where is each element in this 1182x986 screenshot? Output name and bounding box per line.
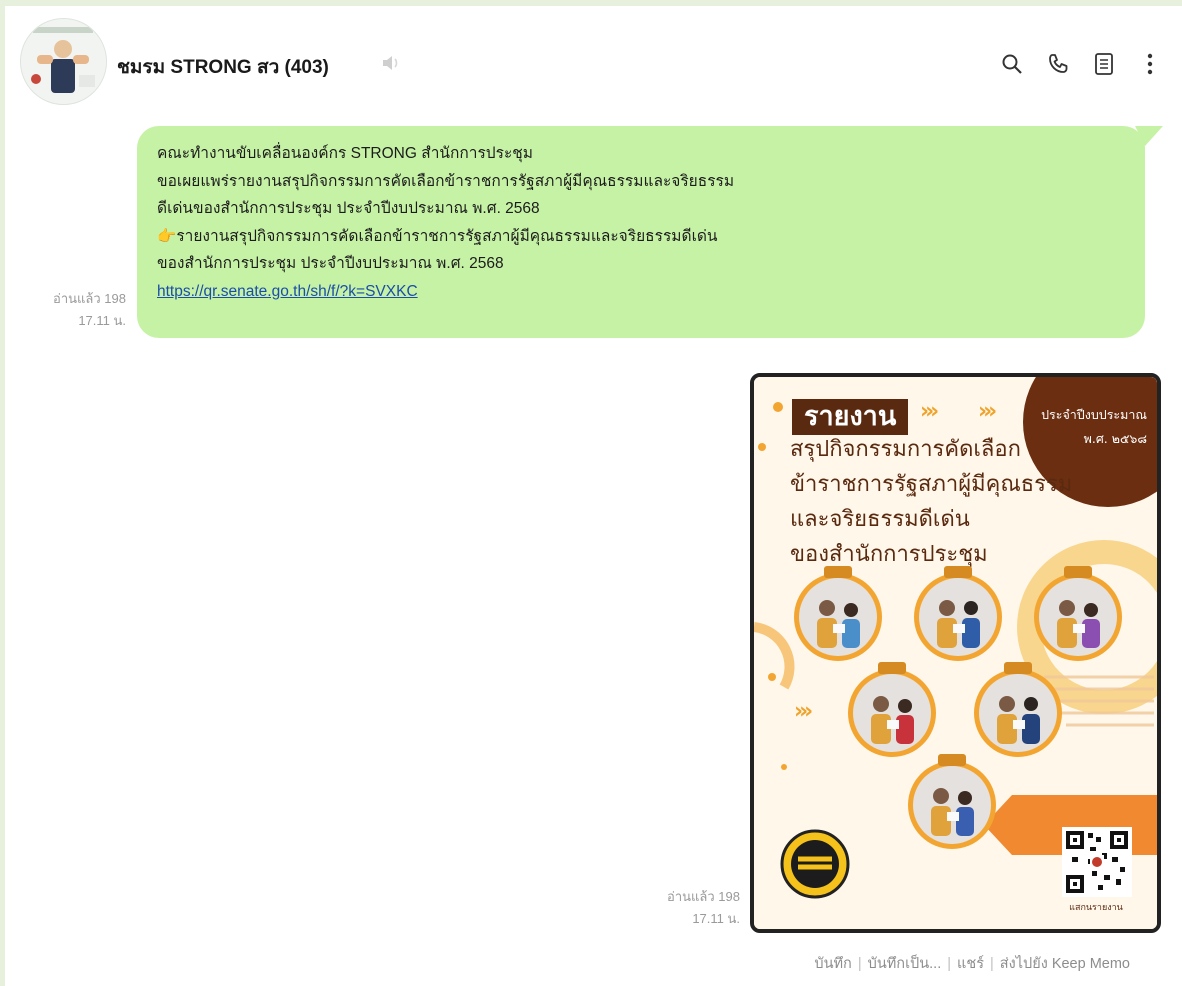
- message-link[interactable]: https://qr.senate.go.th/sh/f/?k=SVXKC: [157, 283, 418, 300]
- group-avatar[interactable]: [20, 18, 107, 105]
- message-line: ขอเผยแพร่รายงานสรุปกิจกรรมการคัดเลือกข้า…: [157, 172, 735, 190]
- message-line: ดีเด่นของสำนักการประชุม ประจำปีงบประมาณ …: [157, 200, 540, 217]
- photo-circle: [908, 754, 996, 849]
- message-line: ของสำนักการประชุม ประจำปีงบประมาณ พ.ศ. 2…: [157, 255, 504, 272]
- phone-icon[interactable]: [1044, 50, 1072, 78]
- keep-memo-button[interactable]: ส่งไปยัง Keep Memo: [1000, 956, 1130, 972]
- search-icon[interactable]: [998, 50, 1026, 78]
- separator: |: [990, 956, 994, 972]
- avatar-illustration: [21, 19, 106, 104]
- photo-circle: [974, 662, 1062, 757]
- chat-header: ชมรม STRONG สว (403): [0, 0, 1182, 120]
- message-bubble[interactable]: คณะทำงานขับเคลื่อนองค์กร STRONG สำนักการ…: [137, 126, 1145, 338]
- save-button[interactable]: บันทึก: [814, 956, 851, 972]
- speaker-muted-icon: [381, 54, 401, 76]
- pointing-hand-icon: 👉: [157, 227, 177, 245]
- notes-icon[interactable]: [1090, 50, 1118, 78]
- heading-line: และจริยธรรมดีเด่น: [790, 507, 970, 532]
- save-as-button[interactable]: บันทึกเป็น...: [868, 956, 942, 972]
- poster-image[interactable]: ประจำปีงบประมาณ พ.ศ. ๒๕๖๘ รายงาน ››› ›››…: [750, 373, 1161, 933]
- separator: |: [857, 956, 862, 972]
- chevrons-icon: ›››: [794, 699, 813, 724]
- chevrons-icon: ›››: [978, 399, 997, 424]
- senate-strong-logo: [780, 829, 850, 899]
- separator: |: [947, 956, 952, 972]
- message-meta: อ่านแล้ว 198 17.11 น.: [22, 288, 126, 332]
- photo-circle: [914, 566, 1002, 661]
- message-time: 17.11 น.: [78, 313, 126, 328]
- read-count: อ่านแล้ว 198: [667, 889, 740, 904]
- photo-circle: [794, 566, 882, 661]
- share-button[interactable]: แชร์: [957, 956, 984, 972]
- more-vertical-icon[interactable]: [1136, 50, 1164, 78]
- message-line: คณะทำงานขับเคลื่อนองค์กร STRONG สำนักการ…: [157, 145, 534, 162]
- message-time: 17.11 น.: [692, 911, 740, 926]
- photo-circle: [1034, 566, 1122, 661]
- image-message-meta: อ่านแล้ว 198 17.11 น.: [636, 886, 740, 930]
- poster-heading: สรุปกิจกรรมการคัดเลือก ข้าราชการรัฐสภาผู…: [790, 432, 1072, 572]
- chevrons-icon: ›››: [920, 399, 939, 424]
- image-actions: บันทึก | บันทึกเป็น... | แชร์ | ส่งไปยัง Keep …: [814, 952, 1130, 975]
- qr-code: [1062, 827, 1132, 897]
- chat-title: ชมรม STRONG สว (403): [117, 57, 329, 78]
- qr-caption: แสกนรายงาน: [1069, 903, 1123, 913]
- message-line: รายงานสรุปกิจกรรมการคัดเลือกข้าราชการรัฐ…: [176, 227, 718, 245]
- read-count: อ่านแล้ว 198: [53, 291, 126, 306]
- heading-line: ข้าราชการรัฐสภาผู้มีคุณธรรม: [790, 472, 1073, 497]
- photo-circle: [848, 662, 936, 757]
- heading-line: สรุปกิจกรรมการคัดเลือก: [790, 437, 1021, 462]
- badge-line: ประจำปีงบประมาณ: [1041, 407, 1147, 422]
- message-line-pointer: 👉รายงานสรุปกิจกรรมการคัดเลือกข้าราชการรั…: [157, 223, 1125, 251]
- poster-tag: รายงาน: [792, 399, 909, 435]
